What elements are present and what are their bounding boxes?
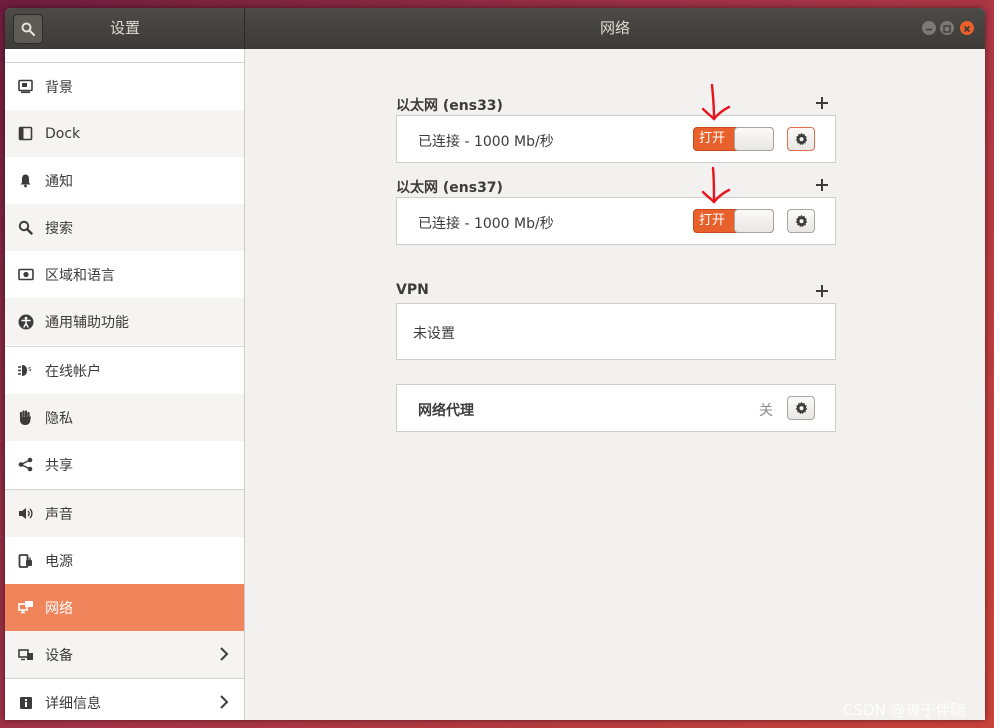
close-icon	[963, 25, 971, 33]
network-panel: 以太网 (ens33) 已连接 - 1000 Mb/秒 打开 以太网 (ens3…	[245, 49, 985, 720]
network-icon	[17, 599, 34, 616]
ethernet-ens33-switch[interactable]: 打开	[693, 127, 774, 151]
privacy-hand-icon	[17, 409, 34, 426]
ethernet-ens37-switch[interactable]: 打开	[693, 209, 774, 233]
minimize-icon	[926, 28, 932, 31]
sidebar-item-notifications[interactable]: 通知	[5, 157, 244, 204]
ethernet-ens33-card: 已连接 - 1000 Mb/秒 打开	[396, 115, 836, 163]
sidebar-item-label: Dock	[45, 125, 81, 142]
search-icon	[21, 22, 35, 36]
sidebar-item-label: 共享	[45, 457, 73, 474]
settings-window: 设置 网络 背景 Dock 通知 搜索 区域和语言 通用辅助功能 s 在线帐户 …	[5, 8, 985, 720]
sidebar-item-label: 详细信息	[45, 695, 101, 712]
bell-icon	[17, 172, 34, 189]
gear-icon	[795, 132, 807, 145]
network-proxy-label: 网络代理	[418, 403, 474, 419]
sidebar-item-dock[interactable]: Dock	[5, 110, 244, 157]
background-icon	[17, 78, 34, 95]
sidebar-item-label: 网络	[45, 600, 73, 617]
sidebar-item-label: 搜索	[45, 220, 73, 237]
maximize-button[interactable]	[940, 21, 954, 35]
sidebar-item-devices[interactable]: 设备	[5, 631, 244, 678]
vpn-empty-text: 未设置	[413, 326, 455, 342]
sidebar-item-label: 电源	[45, 553, 73, 570]
maximize-icon	[943, 25, 951, 33]
close-button[interactable]	[960, 21, 974, 35]
network-proxy-card[interactable]: 网络代理 关	[396, 384, 836, 432]
ethernet-ens33-status: 已连接 - 1000 Mb/秒	[418, 134, 554, 150]
power-icon	[17, 552, 34, 569]
speaker-icon	[17, 505, 34, 522]
sidebar-item-label: 在线帐户	[45, 363, 101, 380]
switch-knob	[734, 209, 774, 233]
region-icon	[17, 266, 34, 283]
sidebar-item-sound[interactable]: 声音	[5, 490, 244, 537]
sidebar-item-label: 声音	[45, 506, 73, 523]
sidebar-item-label: 隐私	[45, 410, 73, 427]
search-icon	[17, 219, 34, 236]
vpn-card: 未设置	[396, 303, 836, 360]
switch-on-label: 打开	[699, 131, 726, 146]
gear-icon	[795, 401, 807, 414]
share-icon	[17, 456, 34, 473]
dock-icon	[17, 125, 34, 142]
sidebar-item-online-accounts[interactable]: s 在线帐户	[5, 347, 244, 394]
accessibility-icon	[17, 313, 34, 330]
sidebar-item-accessibility[interactable]: 通用辅助功能	[5, 298, 244, 345]
search-button[interactable]	[13, 14, 43, 44]
title-bar: 设置 网络	[5, 8, 985, 49]
add-ethernet-ens37-button[interactable]	[815, 178, 829, 192]
switch-on-label: 打开	[699, 213, 726, 228]
ethernet-ens37-card: 已连接 - 1000 Mb/秒 打开	[396, 197, 836, 245]
ethernet-ens37-status: 已连接 - 1000 Mb/秒	[418, 216, 554, 232]
sidebar-item-privacy[interactable]: 隐私	[5, 394, 244, 441]
devices-icon	[17, 646, 34, 663]
watermark: CSDN @善于伴随	[843, 701, 966, 719]
settings-title: 设置	[109, 19, 140, 37]
panel-title: 网络	[599, 19, 630, 37]
chevron-right-icon	[220, 647, 229, 661]
ethernet-ens37-title: 以太网 (ens37)	[396, 180, 503, 196]
ethernet-ens33-title: 以太网 (ens33)	[396, 98, 503, 114]
gear-icon	[795, 214, 807, 227]
network-proxy-status: 关	[759, 403, 773, 419]
sidebar-item-label: 通用辅助功能	[45, 314, 129, 331]
online-accounts-icon: s	[17, 362, 34, 379]
sidebar-item-sharing[interactable]: 共享	[5, 441, 244, 488]
svg-text:s: s	[28, 365, 32, 373]
annotation-arrow-icon	[701, 83, 731, 121]
ethernet-ens33-settings-button[interactable]	[787, 127, 815, 151]
sidebar-item-power[interactable]: 电源	[5, 537, 244, 584]
annotation-arrow-icon	[701, 166, 731, 204]
sidebar-item-label: 背景	[45, 79, 73, 96]
sidebar-item-region[interactable]: 区域和语言	[5, 251, 244, 298]
add-vpn-button[interactable]	[815, 284, 829, 298]
minimize-button[interactable]	[922, 21, 936, 35]
sidebar-item-label: 区域和语言	[45, 267, 115, 284]
sidebar-item-label: 设备	[45, 647, 73, 664]
chevron-right-icon	[220, 695, 229, 709]
ethernet-ens37-settings-button[interactable]	[787, 209, 815, 233]
sidebar-item-background[interactable]: 背景	[5, 63, 244, 110]
info-icon	[17, 694, 34, 711]
sidebar-item-details[interactable]: 详细信息	[5, 679, 244, 720]
sidebar-item-network[interactable]: 网络	[5, 584, 244, 631]
network-proxy-settings-button[interactable]	[787, 396, 815, 420]
vpn-title: VPN	[396, 282, 429, 298]
add-ethernet-ens33-button[interactable]	[815, 96, 829, 110]
sidebar: 背景 Dock 通知 搜索 区域和语言 通用辅助功能 s 在线帐户 隐私 共享 …	[5, 49, 245, 720]
sidebar-item-search[interactable]: 搜索	[5, 204, 244, 251]
switch-knob	[734, 127, 774, 151]
sidebar-item-label: 通知	[45, 173, 73, 190]
